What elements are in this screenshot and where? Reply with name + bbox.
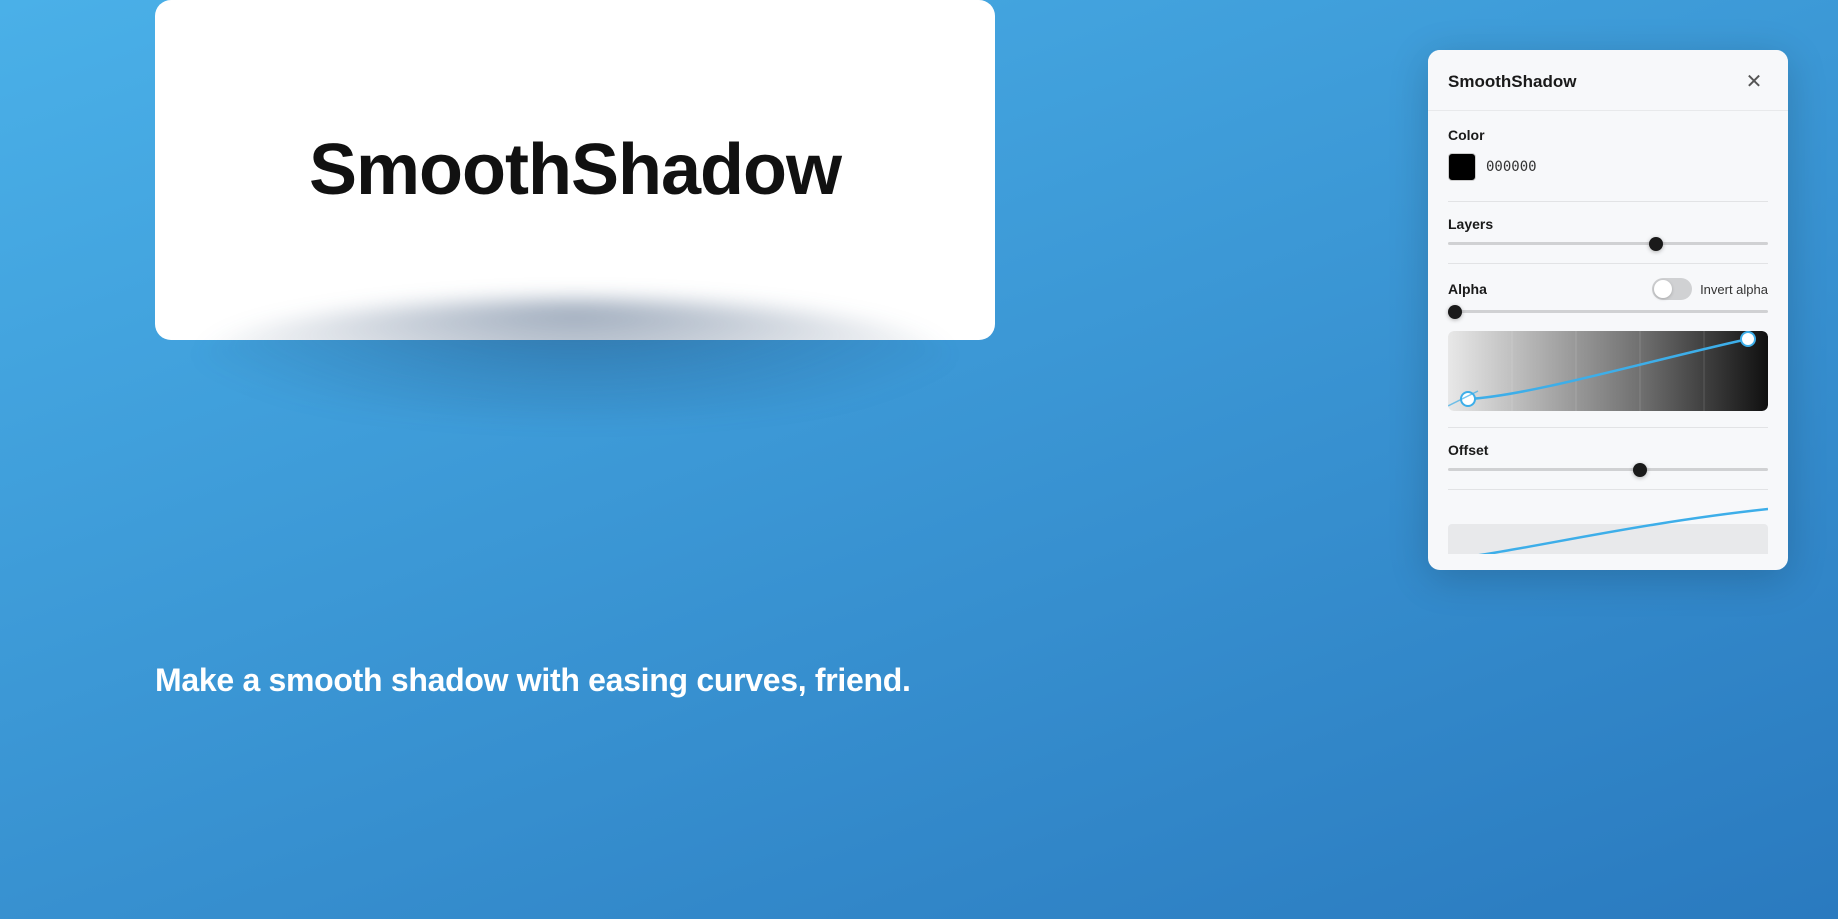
panel-body: Color 000000 Layers Alpha I bbox=[1428, 111, 1788, 570]
divider-3 bbox=[1448, 427, 1768, 428]
color-label: Color bbox=[1448, 127, 1768, 143]
divider-2 bbox=[1448, 263, 1768, 264]
layers-label: Layers bbox=[1448, 216, 1768, 232]
alpha-slider-track[interactable] bbox=[1448, 310, 1768, 313]
alpha-section: Alpha Invert alpha bbox=[1448, 278, 1768, 313]
offset-label: Offset bbox=[1448, 442, 1768, 458]
bottom-curve-preview bbox=[1448, 504, 1768, 554]
invert-alpha-toggle-container: Invert alpha bbox=[1652, 278, 1768, 300]
close-icon: ✕ bbox=[1746, 72, 1763, 92]
panel-title: SmoothShadow bbox=[1448, 72, 1576, 92]
tagline-text: Make a smooth shadow with easing curves,… bbox=[155, 662, 911, 699]
layers-slider-thumb[interactable] bbox=[1649, 237, 1663, 251]
layers-slider-track[interactable] bbox=[1448, 242, 1768, 245]
offset-section: Offset bbox=[1448, 442, 1768, 471]
color-section: Color 000000 bbox=[1448, 127, 1768, 181]
divider-4 bbox=[1448, 489, 1768, 490]
divider-1 bbox=[1448, 201, 1768, 202]
panel-header: SmoothShadow ✕ bbox=[1428, 50, 1788, 111]
card-title: SmoothShadow bbox=[309, 129, 841, 211]
color-hex-value: 000000 bbox=[1486, 159, 1537, 175]
invert-alpha-label: Invert alpha bbox=[1700, 282, 1768, 297]
settings-panel: SmoothShadow ✕ Color 000000 Layers Alp bbox=[1428, 50, 1788, 570]
toggle-knob bbox=[1654, 280, 1672, 298]
color-swatch[interactable] bbox=[1448, 153, 1476, 181]
color-row: 000000 bbox=[1448, 153, 1768, 181]
invert-alpha-toggle[interactable] bbox=[1652, 278, 1692, 300]
alpha-label: Alpha bbox=[1448, 281, 1487, 297]
easing-curve-chart[interactable] bbox=[1448, 331, 1768, 411]
alpha-header: Alpha Invert alpha bbox=[1448, 278, 1768, 300]
close-button[interactable]: ✕ bbox=[1740, 68, 1768, 96]
alpha-slider-thumb[interactable] bbox=[1448, 305, 1462, 319]
offset-slider-track[interactable] bbox=[1448, 468, 1768, 471]
layers-section: Layers bbox=[1448, 216, 1768, 245]
offset-slider-thumb[interactable] bbox=[1633, 463, 1647, 477]
shadow-preview-card: SmoothShadow bbox=[155, 0, 995, 340]
